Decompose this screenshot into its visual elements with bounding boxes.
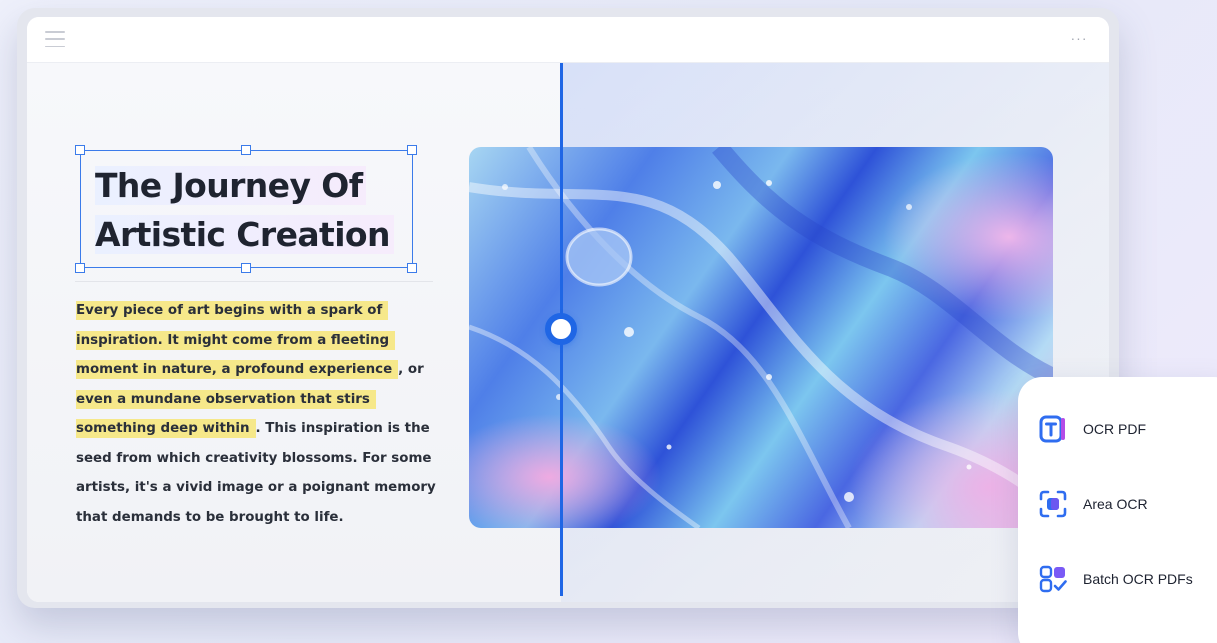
batch-ocr-menu-item[interactable]: Batch OCR PDFs [1038, 564, 1193, 594]
resize-handle-top-left[interactable] [75, 145, 85, 155]
resize-handle-bottom-right[interactable] [407, 263, 417, 273]
area-ocr-label: Area OCR [1083, 496, 1148, 512]
highlighted-text: moment in nature, a profound experience [76, 360, 399, 379]
ocr-tools-menu: OCR PDF Area OCR Batch OCR PDFs [1018, 377, 1217, 643]
batch-ocr-icon [1038, 564, 1068, 594]
ocr-pdf-label: OCR PDF [1083, 421, 1146, 437]
divider [75, 281, 433, 282]
resize-handle-top-middle[interactable] [241, 145, 251, 155]
resize-handle-bottom-middle[interactable] [241, 263, 251, 273]
highlighted-text: even a mundane observation that stirs [76, 389, 376, 409]
document-canvas: The Journey Of Artistic Creation Every p… [27, 63, 1109, 602]
hamburger-menu-icon[interactable] [45, 31, 65, 47]
paragraph-text: . This inspiration is the [255, 421, 430, 436]
area-ocr-icon [1038, 489, 1068, 519]
ocr-pdf-menu-item[interactable]: OCR PDF [1038, 414, 1146, 444]
highlighted-text: Every piece of art begins with a spark o… [76, 301, 389, 320]
more-options-button[interactable]: ··· [1067, 27, 1091, 51]
batch-ocr-label: Batch OCR PDFs [1083, 571, 1193, 587]
editor-window: ··· The Journey Of Artistic Creation Eve… [27, 17, 1109, 602]
highlighted-text: something deep within [76, 419, 256, 438]
body-paragraph[interactable]: Every piece of art begins with a spark o… [76, 296, 441, 532]
resize-handle-top-right[interactable] [407, 145, 417, 155]
title-line-1: The Journey Of [95, 166, 367, 205]
compare-slider-handle[interactable] [545, 313, 577, 345]
paragraph-text: , or [398, 362, 424, 377]
paragraph-text: artists, it's a vivid image or a poignan… [76, 480, 436, 495]
paragraph-text: seed from which creativity blossoms. For… [76, 450, 432, 466]
ocr-pdf-icon [1038, 414, 1068, 444]
resize-handle-bottom-left[interactable] [75, 263, 85, 273]
highlighted-text: inspiration. It might come from a fleeti… [76, 330, 396, 350]
area-ocr-menu-item[interactable]: Area OCR [1038, 489, 1148, 519]
top-toolbar: ··· [27, 17, 1109, 63]
document-title[interactable]: The Journey Of Artistic Creation [95, 161, 415, 259]
paragraph-text: that demands to be brought to life. [76, 509, 344, 525]
title-line-2: Artistic Creation [95, 215, 394, 254]
